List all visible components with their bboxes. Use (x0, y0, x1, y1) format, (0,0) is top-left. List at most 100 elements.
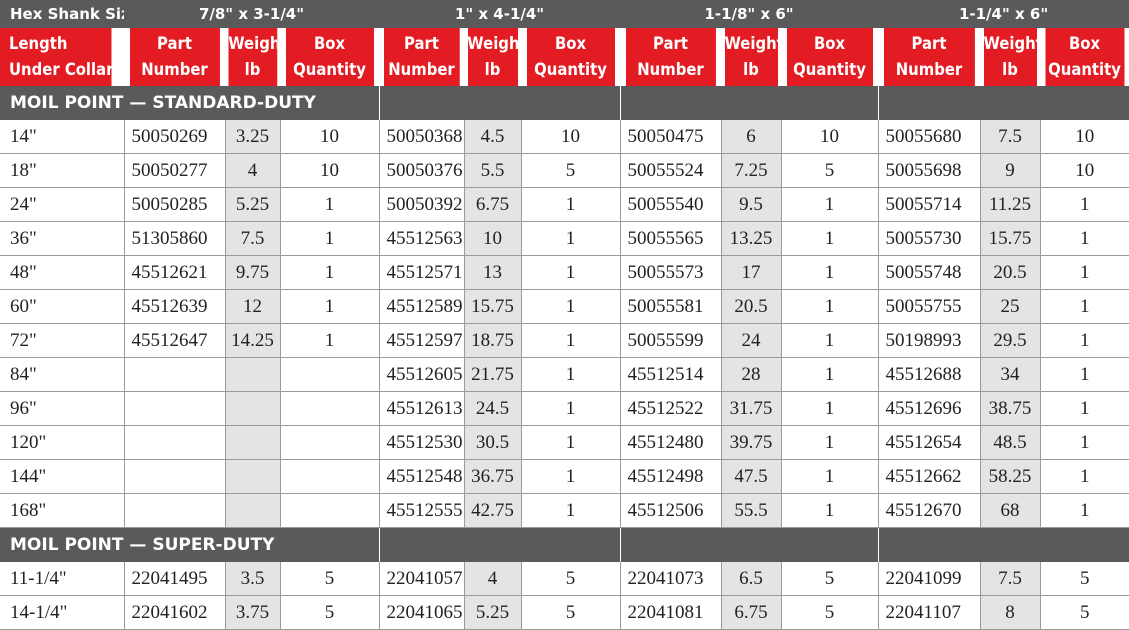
part-number-cell: 45512654 (878, 425, 981, 460)
part-number-cell: 50050392 (379, 187, 465, 222)
part-number-cell: 50055573 (620, 255, 722, 290)
weight-cell: 42.75 (464, 493, 522, 528)
box-quantity-cell: 5 (1040, 595, 1129, 630)
part-number-cell: 45512514 (620, 357, 722, 392)
part-number-cell: 50055540 (620, 187, 722, 222)
box-quantity-cell: 1 (781, 323, 879, 358)
part-number-cell: 50050285 (124, 187, 226, 222)
weight-cell: 3.25 (225, 120, 281, 154)
weight-cell: 9 (980, 153, 1041, 188)
part-number-cell: 45512563 (379, 221, 465, 256)
box-quantity-cell: 1 (781, 187, 879, 222)
part-number-cell: 50050475 (620, 120, 722, 154)
part-number-cell: 45512548 (379, 459, 465, 494)
weight-column-header-line2: lb (484, 60, 501, 79)
weight-column-header: Weight lb (227, 28, 278, 86)
box-quantity-cell: 10 (521, 120, 621, 154)
weight-column-header-line1: Weight (983, 34, 1038, 53)
length-cell: 14-1/4" (0, 595, 125, 630)
part-number-cell: 45512621 (124, 255, 226, 290)
table-row: 168" 45512555 42.75 1 45512506 55.5 1 45512670 6… (0, 493, 1129, 528)
weight-cell: 9.5 (721, 187, 782, 222)
part-number-cell (124, 391, 226, 426)
part-number-cell: 45512506 (620, 493, 722, 528)
weight-cell: 6.75 (721, 595, 782, 630)
box-quantity-cell: 1 (521, 187, 621, 222)
box-quantity-cell: 1 (1040, 357, 1129, 392)
part-number-cell: 50050269 (124, 120, 226, 154)
weight-cell: 7.25 (721, 153, 782, 188)
part-number-column-header-line2: Number (388, 60, 455, 79)
table-row: 24" 50050285 5.25 1 50050392 6.75 1 50055540 9.5… (0, 187, 1129, 222)
part-number-cell: 45512589 (379, 289, 465, 324)
part-number-cell: 22041057 (379, 562, 465, 596)
box-quantity-cell: 1 (1040, 187, 1129, 222)
weight-cell: 39.75 (721, 425, 782, 460)
part-number-cell: 50055748 (878, 255, 981, 290)
weight-cell: 31.75 (721, 391, 782, 426)
box-quantity-column-header-line1: Box (813, 34, 846, 53)
part-number-cell (124, 459, 226, 494)
box-quantity-cell: 1 (1040, 493, 1129, 528)
weight-column-header-line1: Weight (467, 34, 517, 53)
table-row: 36" 51305860 7.5 1 45512563 10 1 50055565 13.25 1… (0, 221, 1129, 256)
weight-cell: 34 (980, 357, 1041, 392)
length-cell: 96" (0, 391, 125, 426)
hex-shank-header-row: Hex Shank Size 7/8" x 3-1/4" 1" x 4-1/4"… (0, 0, 1129, 28)
weight-cell: 11.25 (980, 187, 1041, 222)
section-header-filler (878, 86, 1129, 120)
part-number-cell: 45512522 (620, 391, 722, 426)
part-number-column-header-line1: Part (911, 34, 947, 53)
box-quantity-cell: 5 (521, 595, 621, 630)
box-quantity-cell: 1 (280, 221, 380, 256)
box-quantity-cell: 1 (781, 391, 879, 426)
box-quantity-cell (280, 391, 380, 426)
weight-cell: 6.5 (721, 562, 782, 596)
weight-cell: 48.5 (980, 425, 1041, 460)
length-cell: 84" (0, 357, 125, 392)
part-number-cell (124, 425, 226, 460)
part-number-cell: 50198993 (878, 323, 981, 358)
weight-cell (225, 425, 281, 460)
box-quantity-cell: 5 (781, 562, 879, 596)
part-number-cell: 50055755 (878, 289, 981, 324)
weight-cell (225, 493, 281, 528)
weight-cell: 6 (721, 120, 782, 154)
box-quantity-cell: 1 (521, 357, 621, 392)
box-quantity-cell: 5 (781, 595, 879, 630)
weight-cell: 58.25 (980, 459, 1041, 494)
part-number-cell: 50055698 (878, 153, 981, 188)
length-cell: 11-1/4" (0, 562, 125, 596)
length-cell: 48" (0, 255, 125, 290)
part-number-cell: 22041081 (620, 595, 722, 630)
part-number-column-header-line2: Number (141, 60, 208, 79)
part-number-column-header-line2: Number (895, 60, 963, 79)
moil-point-spec-table: Hex Shank Size 7/8" x 3-1/4" 1" x 4-1/4"… (0, 0, 1129, 630)
length-cell: 36" (0, 221, 125, 256)
length-cell: 14" (0, 120, 125, 154)
part-number-cell: 51305860 (124, 221, 226, 256)
box-quantity-cell: 5 (521, 153, 621, 188)
weight-cell: 20.5 (721, 289, 782, 324)
part-number-cell: 22041065 (379, 595, 465, 630)
section-header-filler (379, 86, 621, 120)
weight-cell: 24 (721, 323, 782, 358)
table-body: MOIL POINT — STANDARD-DUTY 14" 50050269 3.2… (0, 86, 1129, 630)
weight-cell: 55.5 (721, 493, 782, 528)
weight-cell: 12 (225, 289, 281, 324)
weight-cell: 15.75 (464, 289, 522, 324)
box-quantity-cell: 1 (781, 255, 879, 290)
section-title: MOIL POINT — STANDARD-DUTY (0, 86, 380, 120)
weight-cell: 29.5 (980, 323, 1041, 358)
table-row: 60" 45512639 12 1 45512589 15.75 1 50055581 20.5… (0, 289, 1129, 324)
section-header-row: MOIL POINT — STANDARD-DUTY (0, 86, 1129, 120)
part-number-cell: 22041073 (620, 562, 722, 596)
weight-column-header: Weight lb (724, 28, 779, 86)
box-quantity-cell: 1 (280, 289, 380, 324)
table-row: 120" 45512530 30.5 1 45512480 39.75 1 45512654 4… (0, 425, 1129, 460)
weight-cell: 8 (980, 595, 1041, 630)
box-quantity-column-header-line1: Box (554, 34, 587, 53)
part-number-cell: 50055524 (620, 153, 722, 188)
part-number-cell: 22041602 (124, 595, 226, 630)
part-number-cell: 45512530 (379, 425, 465, 460)
